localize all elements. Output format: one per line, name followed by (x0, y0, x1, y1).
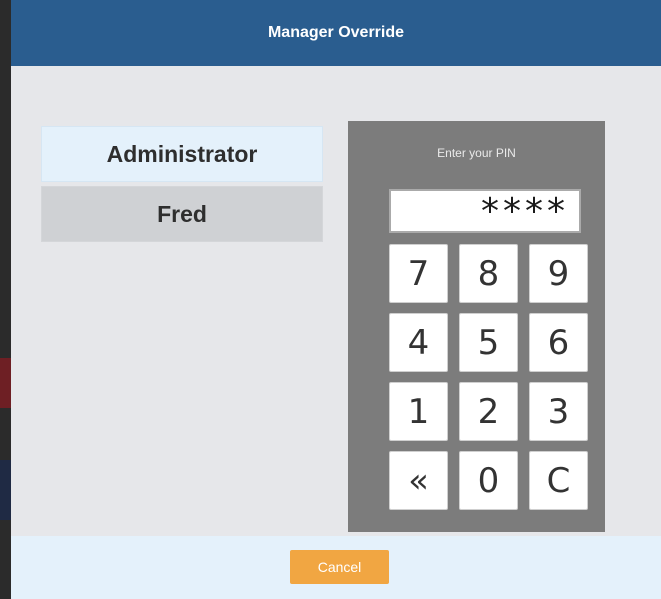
key-6[interactable]: 6 (529, 313, 588, 372)
pin-input[interactable]: **** (389, 189, 581, 233)
pin-pad: Enter your PIN **** 7 8 9 4 5 6 1 2 3 « … (348, 121, 605, 532)
dialog-title: Manager Override (11, 0, 661, 66)
key-3[interactable]: 3 (529, 382, 588, 441)
background-window-edge (0, 0, 11, 599)
keypad: 7 8 9 4 5 6 1 2 3 « 0 C (389, 244, 588, 510)
key-7[interactable]: 7 (389, 244, 448, 303)
key-1[interactable]: 1 (389, 382, 448, 441)
user-item-fred[interactable]: Fred (41, 186, 323, 242)
key-5[interactable]: 5 (459, 313, 518, 372)
background-window-stripe (0, 358, 11, 408)
dialog-footer: Cancel (11, 536, 661, 599)
pin-prompt: Enter your PIN (437, 146, 516, 160)
user-item-administrator[interactable]: Administrator (41, 126, 323, 182)
backspace-key[interactable]: « (389, 451, 448, 510)
user-list: Administrator Fred (41, 126, 323, 246)
key-0[interactable]: 0 (459, 451, 518, 510)
key-4[interactable]: 4 (389, 313, 448, 372)
manager-override-dialog: Manager Override Administrator Fred Ente… (11, 0, 661, 599)
clear-key[interactable]: C (529, 451, 588, 510)
key-2[interactable]: 2 (459, 382, 518, 441)
key-9[interactable]: 9 (529, 244, 588, 303)
background-window-stripe (0, 460, 11, 520)
key-8[interactable]: 8 (459, 244, 518, 303)
cancel-button[interactable]: Cancel (290, 550, 389, 584)
